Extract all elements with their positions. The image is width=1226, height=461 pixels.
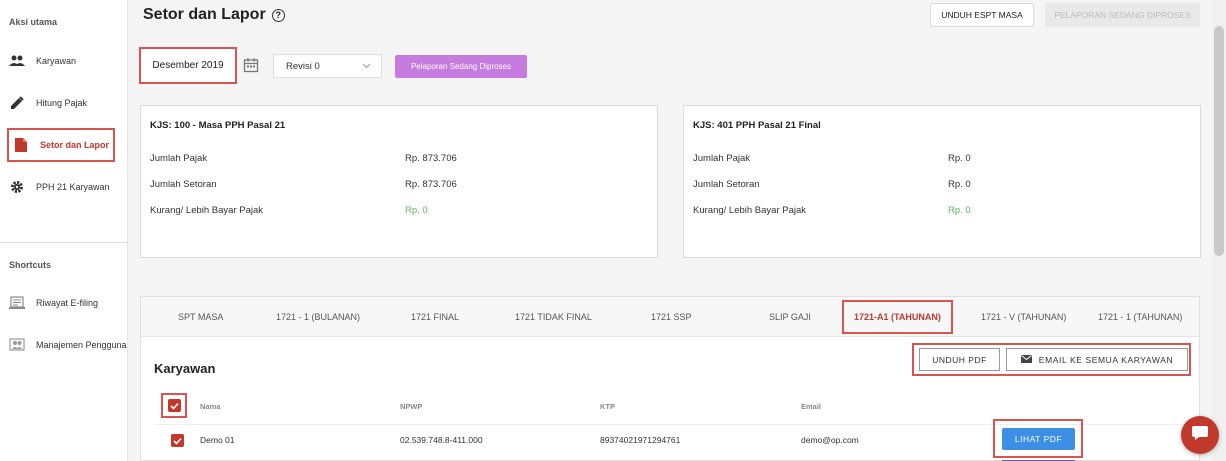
sidebar-item-pph21-karyawan[interactable]: PPH 21 Karyawan [9, 174, 110, 200]
gear-icon [9, 180, 25, 194]
pencil-icon [9, 96, 25, 110]
jumlah-pajak-label: Jumlah Pajak [150, 153, 208, 164]
jumlah-pajak-label: Jumlah Pajak [693, 153, 751, 164]
pelaporan-sedang-diproses-top-button[interactable]: PELAPORAN SEDANG DIPROSES [1045, 3, 1200, 27]
scrollbar-thumb[interactable] [1214, 26, 1224, 256]
sidebar-shortcut-manajemen-pengguna[interactable]: Manajemen Pengguna [9, 332, 127, 358]
jumlah-setoran-label: Jumlah Setoran [693, 179, 760, 190]
chat-icon [1191, 424, 1209, 447]
sidebar-item-hitung-pajak[interactable]: Hitung Pajak [9, 90, 87, 116]
kjs-card-401: KJS: 401 PPH Pasal 21 Final Jumlah Pajak… [683, 105, 1201, 258]
column-header-ktp: KTP [600, 402, 615, 411]
users-icon [9, 338, 25, 352]
sidebar-shortcut-riwayat-efiling[interactable]: Riwayat E-filing [9, 290, 98, 316]
sidebar-item-label: Karyawan [36, 56, 77, 66]
column-header-npwp: NPWP [400, 402, 423, 411]
cell-npwp: 02.539.748.8-411.000 [400, 435, 483, 445]
tab-1721-tidak-final[interactable]: 1721 TIDAK FINAL [515, 297, 592, 337]
jumlah-pajak-value: Rp. 873.706 [405, 153, 457, 164]
revisi-select[interactable]: Revisi 0 [273, 54, 382, 78]
unduh-pdf-button[interactable]: UNDUH PDF [919, 348, 1000, 371]
tabs-bar: SPT MASA 1721 - 1 (BULANAN) 1721 FINAL 1… [141, 297, 1199, 337]
sidebar-section-main: Aksi utama [9, 17, 58, 27]
tab-1721-ssp[interactable]: 1721 SSP [651, 297, 692, 337]
unduh-espt-masa-button[interactable]: UNDUH ESPT MASA [930, 3, 1034, 27]
pelaporan-sedang-diproses-button[interactable]: Pelaporan Sedang Diproses [395, 55, 527, 78]
email-button-label: EMAIL KE SEMUA KARYAWAN [1038, 354, 1174, 365]
kurang-lebih-value: Rp. 0 [405, 205, 428, 216]
report-tabs-panel: SPT MASA 1721 - 1 (BULANAN) 1721 FINAL 1… [140, 296, 1200, 461]
column-header-email: Email [801, 402, 822, 411]
kjs-title: KJS: 401 PPH Pasal 21 Final [693, 120, 821, 131]
month-picker[interactable]: Desember 2019 [139, 47, 237, 84]
tab-spt-masa[interactable]: SPT MASA [178, 297, 223, 337]
column-header-nama: Nama [200, 402, 221, 411]
sidebar: Aksi utama Karyawan Hitung Pajak Setor d… [0, 0, 128, 461]
tab-slip-gaji[interactable]: SLIP GAJI [769, 297, 811, 337]
kjs-title: KJS: 100 - Masa PPH Pasal 21 [150, 120, 286, 131]
efiling-icon [9, 296, 25, 310]
kurang-lebih-label: Kurang/ Lebih Bayar Pajak [693, 205, 807, 216]
document-icon [13, 138, 29, 152]
email-semua-karyawan-button[interactable]: EMAIL KE SEMUA KARYAWAN [1006, 348, 1188, 371]
tab-1721-1-bulanan[interactable]: 1721 - 1 (BULANAN) [276, 297, 360, 337]
cell-nama: Demo 01 [200, 435, 235, 445]
sidebar-item-label: Manajemen Pengguna [36, 340, 127, 350]
chat-widget-button[interactable] [1181, 416, 1219, 454]
sidebar-item-karyawan[interactable]: Karyawan [9, 48, 76, 74]
row-checkbox[interactable] [171, 434, 184, 447]
jumlah-setoran-value: Rp. 0 [948, 179, 971, 190]
select-all-checkbox[interactable] [168, 399, 181, 412]
sidebar-section-shortcuts: Shortcuts [9, 260, 52, 270]
lihat-pdf-button[interactable]: LIHAT PDF [1002, 428, 1075, 450]
kjs-card-100: KJS: 100 - Masa PPH Pasal 21 Jumlah Paja… [140, 105, 658, 258]
sidebar-item-label: Riwayat E-filing [36, 298, 99, 308]
kurang-lebih-label: Kurang/ Lebih Bayar Pajak [150, 205, 264, 216]
page-title: Setor dan Lapor ? [143, 6, 285, 24]
karyawan-section-title: Karyawan [154, 361, 216, 376]
kurang-lebih-value: Rp. 0 [948, 205, 971, 216]
main-content: Setor dan Lapor ? UNDUH ESPT MASA PELAPO… [128, 0, 1212, 461]
sidebar-divider [0, 242, 127, 243]
jumlah-pajak-value: Rp. 0 [948, 153, 971, 164]
chevron-down-icon [362, 61, 371, 73]
tab-1721-final[interactable]: 1721 FINAL [411, 297, 459, 337]
cell-ktp: 89374021971294761 [600, 435, 681, 445]
jumlah-setoran-value: Rp. 873.706 [405, 179, 457, 190]
calendar-icon[interactable] [243, 57, 259, 73]
tab-1721-1-tahunan[interactable]: 1721 - 1 (TAHUNAN) [1098, 297, 1182, 337]
vertical-scrollbar[interactable] [1212, 0, 1226, 461]
sidebar-item-label: PPH 21 Karyawan [36, 182, 110, 192]
tab-1721-a1-tahunan[interactable]: 1721-A1 (TAHUNAN) [842, 300, 953, 334]
mail-icon [1020, 354, 1032, 365]
cell-email: demo@op.com [801, 435, 859, 445]
sidebar-item-label: Setor dan Lapor [40, 140, 110, 150]
revisi-value: Revisi 0 [286, 60, 320, 72]
tab-1721-v-tahunan[interactable]: 1721 - V (TAHUNAN) [981, 297, 1066, 337]
page-title-text: Setor dan Lapor [143, 6, 266, 23]
help-icon[interactable]: ? [271, 8, 285, 22]
sidebar-item-label: Hitung Pajak [36, 98, 88, 108]
sidebar-item-setor-dan-lapor[interactable]: Setor dan Lapor [7, 128, 115, 162]
people-icon [9, 54, 25, 68]
jumlah-setoran-label: Jumlah Setoran [150, 179, 217, 190]
